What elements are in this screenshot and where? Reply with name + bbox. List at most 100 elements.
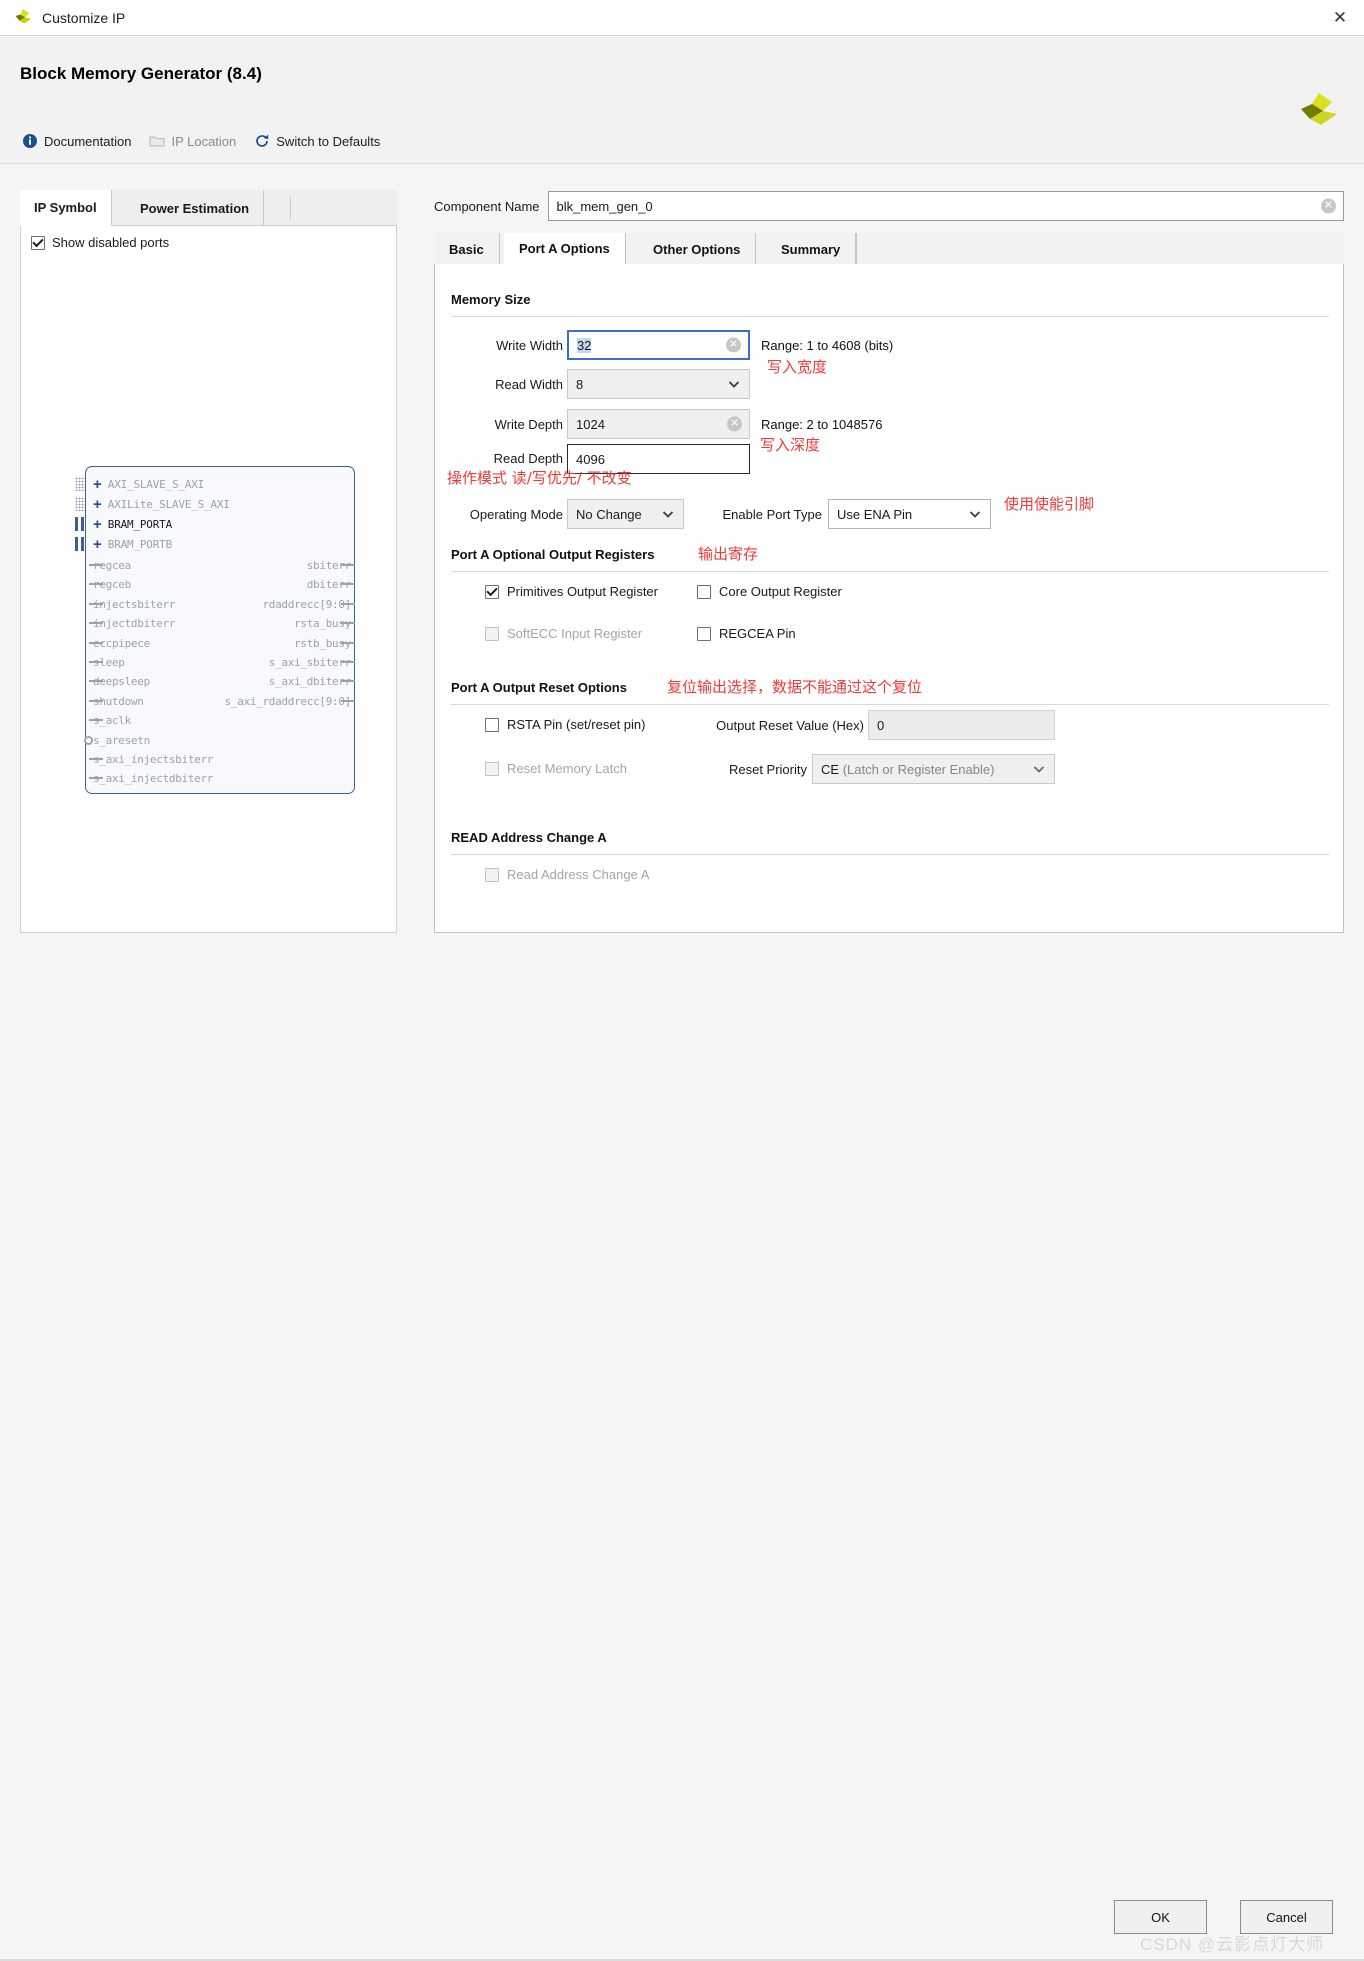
pin-stub — [89, 641, 103, 644]
primitives-output-register-checkbox[interactable]: Primitives Output Register — [485, 584, 658, 599]
tab-other-options-label: Other Options — [653, 241, 741, 257]
tab-strip-divider — [290, 196, 291, 220]
bus-port-row[interactable]: + AXILite_SLAVE_S_AXI — [93, 494, 230, 514]
optional-output-registers-rule — [451, 571, 1329, 572]
pin-label: s_axi_injectsbiterr — [93, 753, 214, 766]
ip-symbol-panel: IP Symbol Power Estimation Show disabled… — [20, 190, 397, 933]
watermark: CSDN @云影点灯大师 — [1140, 1935, 1325, 1954]
tab-power-estimation-label: Power Estimation — [140, 200, 250, 216]
primitives-output-register-label: Primitives Output Register — [507, 584, 658, 599]
enable-port-type-value: Use ENA Pin — [837, 506, 913, 522]
core-output-register-label: Core Output Register — [719, 584, 842, 599]
expand-plus-icon[interactable]: + — [93, 477, 102, 492]
ip-config-panel: Component Name blk_mem_gen_0 ✕ Basic Por… — [434, 190, 1344, 933]
symbol-pin-right: dbiterr — [307, 575, 355, 594]
write-depth-range: Range: 2 to 1048576 — [761, 417, 883, 432]
rsta-pin-checkbox[interactable]: RSTA Pin (set/reset pin) — [485, 717, 645, 732]
pin-stub — [341, 680, 355, 683]
ip-location-link[interactable]: IP Location — [143, 130, 242, 152]
softecc-input-register-checkbox: SoftECC Input Register — [485, 626, 642, 641]
output-reset-value-input[interactable]: 0 — [868, 710, 1055, 740]
pin-label: s_aresetn — [93, 733, 150, 747]
bus-port-row[interactable]: + AXI_SLAVE_S_AXI — [93, 474, 204, 494]
read-address-change-rule — [451, 854, 1329, 855]
close-icon[interactable]: ✕ — [1316, 0, 1364, 35]
refresh-icon — [256, 134, 269, 147]
output-reset-options-heading: Port A Output Reset Options — [451, 680, 627, 695]
ip-symbol-canvas: Show disabled ports + AXI_SLAVE_S_AXI + AXI… — [20, 226, 397, 933]
documentation-label: Documentation — [44, 133, 132, 149]
tab-strip-end-divider — [856, 233, 857, 265]
xilinx-logo-icon — [15, 8, 32, 23]
tab-ip-symbol-label: IP Symbol — [34, 200, 97, 215]
pin-stub — [341, 622, 355, 625]
component-name-input[interactable]: blk_mem_gen_0 ✕ — [547, 191, 1344, 221]
info-icon — [23, 134, 37, 148]
symbol-pin-left: s_axi_injectsbiterr — [89, 750, 214, 769]
operating-mode-dropdown[interactable]: No Change — [567, 499, 684, 529]
checkbox-box — [31, 235, 45, 250]
read-address-change-a-label: Read Address Change A — [507, 867, 650, 882]
pin-stub — [341, 583, 355, 586]
checkbox-box — [485, 584, 499, 599]
show-disabled-ports-checkbox[interactable]: Show disabled ports — [31, 235, 169, 250]
operating-mode-label: Operating Mode — [469, 507, 563, 522]
memory-size-heading: Memory Size — [451, 292, 531, 307]
symbol-pin-right: s_axi_rdaddrecc[9:0] — [224, 692, 355, 711]
write-depth-input[interactable]: 1024 ✕ — [567, 409, 750, 439]
clear-icon[interactable]: ✕ — [1321, 198, 1336, 214]
chevron-down-icon — [661, 507, 675, 521]
read-width-dropdown[interactable]: 8 — [567, 369, 750, 399]
pin-label: s_axi_dbiterr — [268, 675, 352, 689]
tab-ip-symbol[interactable]: IP Symbol — [20, 190, 112, 226]
tab-basic[interactable]: Basic — [434, 233, 500, 265]
bus-connector — [75, 497, 85, 511]
chevron-down-icon — [727, 377, 741, 391]
read-address-change-a-checkbox: Read Address Change A — [485, 867, 649, 882]
read-address-change-heading: READ Address Change A — [451, 830, 607, 845]
write-width-input[interactable]: 32 ✕ — [567, 330, 750, 360]
output-reset-value: 0 — [877, 717, 885, 733]
pin-label: rdaddrecc[9:0] — [262, 597, 351, 611]
pin-label: s_axi_rdaddrecc[9:0] — [224, 694, 352, 708]
read-depth-value: 4096 — [576, 451, 605, 467]
softecc-input-register-label: SoftECC Input Register — [507, 626, 643, 641]
clear-icon[interactable]: ✕ — [726, 337, 741, 353]
enable-port-type-dropdown[interactable]: Use ENA Pin — [828, 499, 991, 529]
output-reset-value-label: Output Reset Value (Hex) — [716, 718, 864, 733]
regcea-pin-checkbox[interactable]: REGCEA Pin — [697, 626, 796, 641]
tab-other-options[interactable]: Other Options — [638, 233, 757, 265]
bus-port-row[interactable]: + BRAM_PORTB — [93, 534, 172, 554]
pin-stub — [341, 699, 355, 702]
bus-port-label: BRAM_PORTA — [107, 517, 172, 531]
operating-mode-value: No Change — [576, 506, 642, 522]
output-reset-options-rule — [451, 704, 1329, 705]
reset-memory-latch-label: Reset Memory Latch — [507, 761, 627, 776]
pin-inversion-bubble-icon — [84, 735, 93, 745]
symbol-pin-left: eccpipece — [89, 634, 150, 653]
clear-icon[interactable]: ✕ — [727, 416, 742, 432]
reset-priority-dropdown[interactable]: CE (Latch or Register Enable) — [812, 754, 1055, 784]
expand-plus-icon[interactable]: + — [93, 517, 102, 532]
symbol-pin-left: s_aresetn — [84, 731, 150, 750]
expand-plus-icon[interactable]: + — [93, 497, 102, 512]
ok-button[interactable]: OK — [1114, 1900, 1207, 1934]
documentation-link[interactable]: Documentation — [16, 130, 137, 152]
pin-stub — [89, 622, 103, 625]
tab-port-a-options[interactable]: Port A Options — [504, 233, 626, 265]
switch-to-defaults-link[interactable]: Switch to Defaults — [248, 130, 386, 152]
bus-port-row[interactable]: + BRAM_PORTA — [93, 514, 172, 534]
core-output-register-checkbox[interactable]: Core Output Register — [697, 584, 842, 599]
xilinx-logo-icon — [1301, 93, 1337, 125]
component-name-value: blk_mem_gen_0 — [556, 198, 653, 214]
annotation-reset: 复位输出选择，数据不能通过这个复位 — [667, 678, 923, 696]
cancel-button[interactable]: Cancel — [1240, 1900, 1333, 1934]
pin-stub — [89, 719, 103, 722]
tab-summary[interactable]: Summary — [766, 233, 857, 265]
dialog-footer: OK Cancel CSDN @云影点灯大师 — [0, 940, 1364, 1961]
tab-summary-label: Summary — [781, 241, 841, 257]
symbol-pin-left: shutdown — [89, 692, 144, 711]
checkbox-box — [697, 584, 711, 599]
tab-power-estimation[interactable]: Power Estimation — [126, 190, 265, 226]
expand-plus-icon[interactable]: + — [93, 537, 102, 552]
